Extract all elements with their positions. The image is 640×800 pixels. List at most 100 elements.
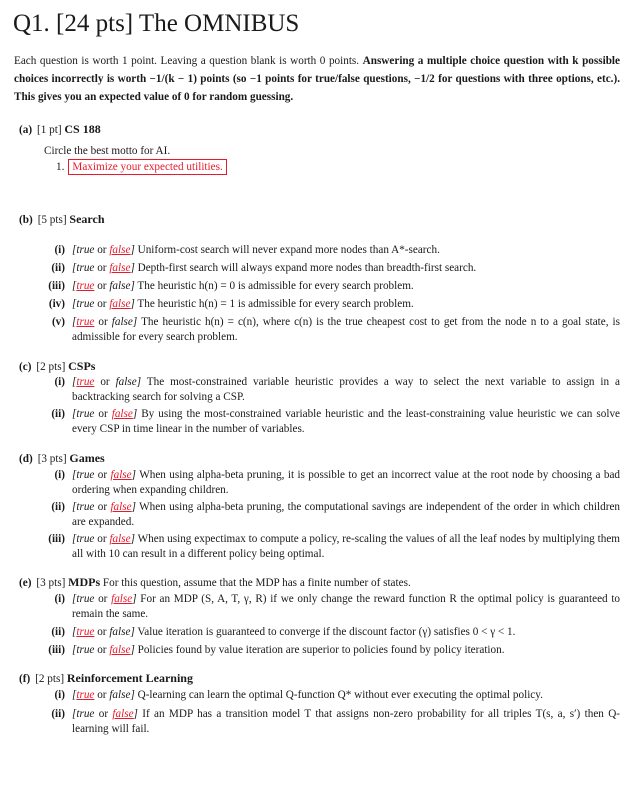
item-number: (i) [54, 376, 65, 388]
or-text: or [100, 376, 110, 388]
part-header: (b) [5 pts] Search [19, 211, 620, 227]
part-name: CSPs [68, 359, 96, 373]
part-points: [2 pts] [35, 673, 65, 685]
true-false-choice[interactable]: [true or false] [72, 689, 135, 701]
item-number: (i) [54, 469, 65, 481]
option-true[interactable]: true [76, 708, 94, 720]
item-body: [true or false] The heuristic h(n) = 1 i… [72, 297, 620, 312]
item-text: When using expectimax to compute a polic… [72, 533, 620, 560]
option-true[interactable]: true [76, 262, 94, 274]
item-body: [true or false] The heuristic h(n) = c(n… [72, 315, 620, 345]
true-false-choice[interactable]: [true or false] [72, 244, 135, 256]
option-true[interactable]: true [76, 244, 94, 256]
option-true[interactable]: true [76, 533, 94, 545]
true-false-choice[interactable]: [true or false] [72, 376, 141, 388]
item-text: Uniform-cost search will never expand mo… [137, 244, 440, 256]
or-text: or [97, 244, 107, 256]
item-text: When using alpha-beta pruning, it is pos… [72, 469, 621, 496]
or-text: or [98, 708, 109, 720]
item-text: If an MDP has a transition model T that … [72, 708, 621, 735]
part-label: (a) [19, 124, 33, 136]
or-text: or [97, 469, 108, 481]
option-true[interactable]: true [76, 469, 94, 481]
or-text: or [97, 533, 107, 545]
part-points: [1 pt] [37, 124, 62, 136]
true-false-choice[interactable]: [true or false] [72, 644, 135, 656]
selected-true[interactable]: true [76, 376, 94, 388]
item-body: [true or false] Q-learning can learn the… [72, 688, 620, 703]
selected-false[interactable]: false [112, 408, 133, 420]
selected-false[interactable]: false [109, 262, 130, 274]
instructions-normal: Each question is worth 1 point. Leaving … [14, 55, 360, 67]
option-true[interactable]: true [76, 408, 94, 420]
true-false-choice[interactable]: [true or false] [72, 501, 136, 513]
item-number: (i) [54, 244, 65, 256]
item-body: [true or false] The heuristic h(n) = 0 i… [72, 279, 620, 294]
item-text: For an MDP (S, A, T, γ, R) if we only ch… [72, 593, 621, 620]
item-body: [true or false] For an MDP (S, A, T, γ, … [72, 592, 620, 622]
selected-false[interactable]: false [111, 469, 132, 481]
part-label: (e) [19, 577, 32, 589]
true-false-choice[interactable]: [true or false] [72, 408, 137, 420]
or-text: or [97, 262, 107, 274]
selected-false[interactable]: false [109, 644, 130, 656]
part-points: [3 pts] [37, 453, 67, 465]
item-text: Policies found by value iteration are su… [137, 644, 505, 656]
selected-true[interactable]: true [76, 280, 94, 292]
true-false-choice[interactable]: [true or false] [72, 593, 137, 605]
item-number: (v) [51, 316, 65, 328]
part-games: (d) [3 pts] Games (i) [true or false] When … [19, 450, 620, 580]
option-true[interactable]: true [76, 298, 94, 310]
true-false-choice[interactable]: [true or false] [72, 708, 138, 720]
option-false[interactable]: false [109, 626, 130, 638]
item-body: [true or false] If an MDP has a transiti… [72, 707, 620, 737]
selected-true[interactable]: true [76, 626, 94, 638]
selected-false[interactable]: false [109, 533, 130, 545]
option-false[interactable]: false [116, 376, 137, 388]
part-name: CS 188 [64, 122, 101, 136]
true-false-choice[interactable]: [true or false] [72, 469, 136, 481]
part-label: (c) [19, 361, 32, 373]
true-false-choice[interactable]: [true or false] [72, 626, 135, 638]
item-body: [true or false] Depth-first search will … [72, 261, 620, 276]
part-name: MDPs [68, 575, 101, 589]
or-text: or [98, 408, 108, 420]
selected-true[interactable]: true [76, 689, 94, 701]
item-number: (ii) [51, 708, 65, 720]
item-number: (iii) [48, 644, 65, 656]
option-false[interactable]: false [109, 689, 130, 701]
part-reinforcement-learning: (f) [2 pts] Reinforcement Learning (i) [tru… [19, 670, 620, 800]
item-body: [true or false] The most-constrained var… [72, 375, 620, 405]
instructions: Each question is worth 1 point. Leaving … [14, 52, 620, 106]
option-true[interactable]: true [76, 593, 94, 605]
option-true[interactable]: true [76, 501, 94, 513]
part-name: Games [69, 451, 105, 465]
option-false[interactable]: false [109, 280, 130, 292]
part-header: (d) [3 pts] Games [19, 450, 620, 466]
selected-false[interactable]: false [112, 708, 133, 720]
or-text: or [97, 298, 107, 310]
part-points: [2 pts] [36, 361, 66, 373]
item-text: The most-constrained variable heuristic … [72, 376, 621, 403]
true-false-choice[interactable]: [true or false] [72, 298, 135, 310]
true-false-choice[interactable]: [true or false] [72, 533, 135, 545]
circled-answer: Maximize your expected utilities. [68, 159, 227, 175]
selected-true[interactable]: true [76, 316, 94, 328]
selected-false[interactable]: false [110, 501, 131, 513]
selected-false[interactable]: false [111, 593, 132, 605]
or-text: or [97, 501, 108, 513]
true-false-choice[interactable]: [true or false] [72, 262, 135, 274]
item-text: Value iteration is guaranteed to converg… [137, 626, 516, 638]
part-description: Circle the best motto for AI. [44, 145, 171, 157]
part-name: Search [69, 212, 105, 226]
selected-false[interactable]: false [109, 298, 130, 310]
item-text: The heuristic h(n) = 0 is admissible for… [137, 280, 414, 292]
selected-false[interactable]: false [109, 244, 130, 256]
item-text: The heuristic h(n) = 1 is admissible for… [137, 298, 414, 310]
item-number: (ii) [51, 626, 65, 638]
option-false[interactable]: false [112, 316, 133, 328]
true-false-choice[interactable]: [true or false] [72, 280, 135, 292]
choice-option[interactable]: 1. Maximize your expected utilities. [56, 159, 227, 175]
option-true[interactable]: true [76, 644, 94, 656]
true-false-choice[interactable]: [true or false] [72, 316, 137, 328]
